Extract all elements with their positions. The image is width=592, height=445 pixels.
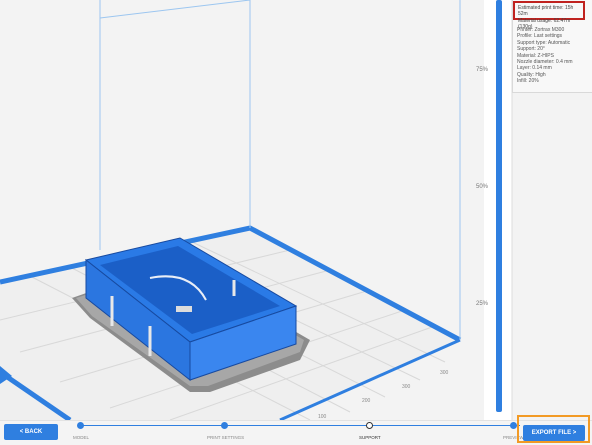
slider-tick-25: 25% xyxy=(476,301,489,307)
bottom-toolbar xyxy=(0,420,592,445)
grid-label: 300 xyxy=(402,384,411,390)
step-support-dot[interactable] xyxy=(366,422,373,429)
layer-slider-track[interactable] xyxy=(496,0,502,412)
step-print-settings-dot[interactable] xyxy=(221,422,228,429)
step-preview-dot[interactable] xyxy=(510,422,517,429)
step-model-dot[interactable] xyxy=(77,422,84,429)
export-file-button[interactable]: EXPORT FILE > xyxy=(523,425,585,441)
3d-viewport[interactable]: 300 300 200 100 75% 50% 25% Estimated pr… xyxy=(0,0,592,420)
back-button[interactable]: < BACK xyxy=(4,424,58,440)
grid-label: 300 xyxy=(440,370,449,376)
slider-tick-50: 50% xyxy=(476,184,489,190)
slider-tick-75: 75% xyxy=(476,67,489,73)
step-model-label: MODEL xyxy=(73,435,90,440)
estimated-print-time: Estimated print time: 15h 52m xyxy=(518,5,574,18)
print-info-panel: Estimated print time: 15h 52m Material u… xyxy=(512,0,592,93)
progress-line xyxy=(80,425,520,426)
estimate-box: Estimated print time: 15h 52m Material u… xyxy=(513,1,585,30)
scene-canvas[interactable]: 300 300 200 100 xyxy=(0,0,592,420)
step-print-settings-label: PRINT SETTINGS xyxy=(207,435,245,440)
print-parameters: Printer: Zortrax M300 Profile: Last sett… xyxy=(517,27,573,85)
grid-label: 200 xyxy=(362,398,371,404)
infill: Infill: 20% xyxy=(517,78,539,85)
step-support-label: SUPPORT xyxy=(359,435,381,440)
